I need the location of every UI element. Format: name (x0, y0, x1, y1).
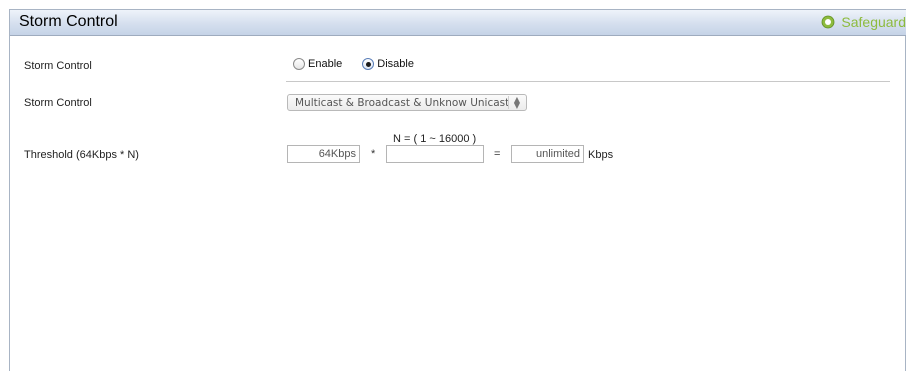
equals-symbol: = (494, 148, 501, 160)
threshold-result-field: unlimited (511, 145, 584, 163)
safeguard-label: Safeguard (841, 14, 906, 30)
radio-selected-dot (365, 61, 371, 67)
disable-radio-label[interactable]: Disable (377, 58, 414, 70)
storm-control-radio-group: Enable Disable (293, 58, 434, 70)
storm-control-state-label: Storm Control (24, 60, 92, 72)
page-title: Storm Control (19, 13, 118, 30)
threshold-unit: Kbps (588, 149, 614, 161)
enable-radio[interactable] (293, 58, 305, 70)
storm-control-type-selected-value: Multicast & Broadcast & Unknow Unicast (295, 96, 510, 109)
storm-control-type-select[interactable]: Multicast & Broadcast & Unknow Unicast ▲… (287, 94, 527, 111)
disable-radio[interactable] (362, 58, 375, 70)
multiply-symbol: * (371, 148, 376, 160)
threshold-n-input[interactable] (386, 145, 484, 163)
enable-radio-label[interactable]: Enable (308, 58, 342, 70)
safeguard-indicator: Safeguard (821, 14, 906, 30)
section-divider (286, 81, 890, 82)
threshold-base-field: 64Kbps (287, 145, 360, 163)
storm-control-type-label: Storm Control (24, 97, 92, 109)
threshold-label: Threshold (64Kbps * N) (24, 149, 139, 161)
title-bar: Storm Control Safeguard (10, 9, 906, 36)
threshold-range-hint: N = ( 1 ~ 16000 ) (393, 133, 477, 145)
select-updown-arrow-icon: ▲ ▼ (507, 95, 520, 109)
storm-control-panel: Storm Control Safeguard Storm Control En… (9, 9, 906, 371)
status-circle-icon (821, 15, 835, 29)
